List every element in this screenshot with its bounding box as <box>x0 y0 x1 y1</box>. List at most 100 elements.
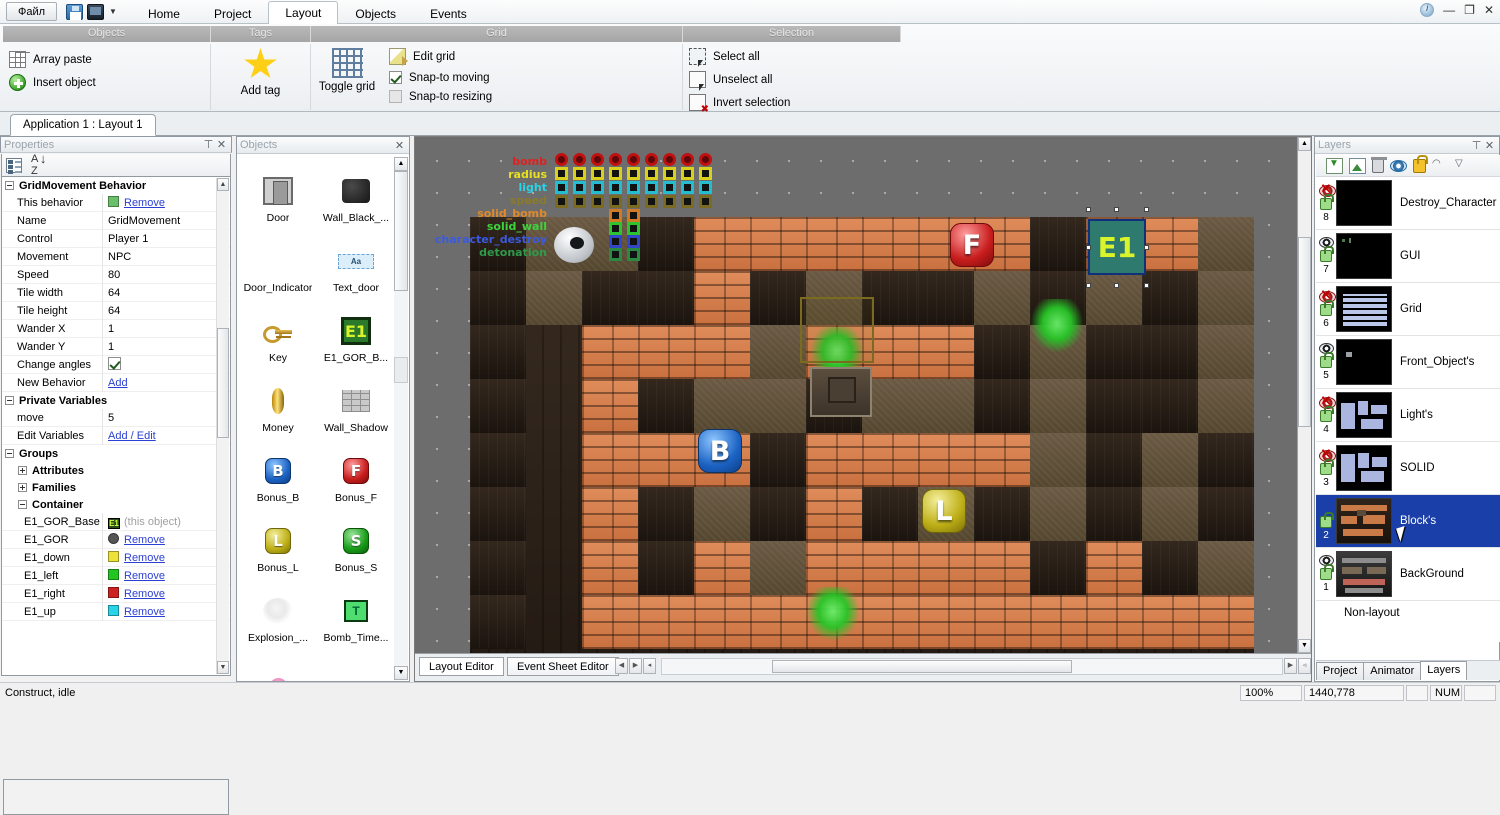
unlock-icon[interactable] <box>1320 463 1332 475</box>
invert-selection-button[interactable]: Invert selection <box>683 91 901 114</box>
layer-row-grid[interactable]: 6 Grid <box>1316 283 1500 336</box>
close-icon[interactable]: ✕ <box>1483 139 1496 152</box>
object-item-e1-gor-base[interactable]: E1 E1_GOR_B... <box>317 297 395 367</box>
ghost-sprite-3[interactable] <box>806 587 860 641</box>
property-row-movement[interactable]: Movement NPC <box>2 248 230 266</box>
add-behavior-link[interactable]: Add <box>108 377 128 389</box>
property-value[interactable]: Add <box>102 374 230 392</box>
document-tab-application1-layout1[interactable]: Application 1 : Layout 1 <box>10 114 156 136</box>
objects-scrollbar[interactable]: ▲ ▼ <box>394 157 408 680</box>
property-value[interactable]: 64 <box>102 284 230 302</box>
zoom-level[interactable]: 100% <box>1240 685 1302 701</box>
remove-link[interactable]: Remove <box>124 588 165 600</box>
insert-object-button[interactable]: Insert object <box>3 71 210 94</box>
properties-list[interactable]: GridMovement Behavior This behavior Remo… <box>1 176 231 676</box>
scroll-thumb[interactable] <box>217 328 229 438</box>
scroll-down-icon[interactable]: ▼ <box>217 661 229 674</box>
tab-event-sheet-editor[interactable]: Event Sheet Editor <box>507 657 619 676</box>
add-tag-button[interactable]: Add tag <box>229 44 293 110</box>
objects-grid[interactable]: Door Wall_Black_... Door_Indicator Aa Te… <box>239 157 395 681</box>
property-value[interactable] <box>102 356 230 374</box>
container-row-e1-right[interactable]: E1_right Remove <box>2 585 230 603</box>
properties-subgroup-families[interactable]: Families <box>2 479 230 496</box>
properties-subgroup-container[interactable]: Container <box>2 496 230 513</box>
resize-handle-ml[interactable] <box>1086 245 1091 250</box>
tab-layout-editor[interactable]: Layout Editor <box>419 657 504 676</box>
object-item-explosion[interactable]: Explosion_... <box>239 577 317 647</box>
object-item-wall-shadow[interactable]: Wall_Shadow <box>317 367 395 437</box>
add-edit-link[interactable]: Add / Edit <box>108 430 156 442</box>
layer-row-destroy-character[interactable]: 8 Destroy_Character <box>1316 177 1500 230</box>
tab-animator[interactable]: Animator <box>1363 662 1421 680</box>
toggle-grid-button[interactable]: Toggle grid <box>311 44 383 110</box>
property-row-wander-x[interactable]: Wander X 1 <box>2 320 230 338</box>
object-item-bonus-b[interactable]: B Bonus_B <box>239 437 317 507</box>
scroll-up-icon[interactable]: ▲ <box>1298 137 1311 151</box>
object-item-bonus-f[interactable]: F Bonus_F <box>317 437 395 507</box>
unselect-all-button[interactable]: Unselect all <box>683 68 901 91</box>
bomb-area-box[interactable] <box>800 297 874 363</box>
unlock-icon[interactable] <box>1320 410 1332 422</box>
visibility-icon[interactable] <box>1390 160 1407 172</box>
layer-row-gui[interactable]: 7 GUI <box>1316 230 1500 283</box>
property-row-control[interactable]: Control Player 1 <box>2 230 230 248</box>
file-menu-button[interactable]: Файл <box>6 2 57 21</box>
array-paste-button[interactable]: Array paste <box>3 48 210 71</box>
remove-link[interactable]: Remove <box>124 197 165 209</box>
container-value[interactable]: Remove <box>102 549 230 567</box>
property-value[interactable]: 5 <box>102 409 230 427</box>
remove-link[interactable]: Remove <box>124 570 165 582</box>
save-icon[interactable] <box>66 4 83 20</box>
bonus-l-sprite[interactable]: L <box>922 489 966 533</box>
property-value[interactable]: 1 <box>102 338 230 356</box>
layer-row-blocks[interactable]: <> 2 Block's <box>1316 495 1500 548</box>
object-item-bonus-s[interactable]: S Bonus_S <box>317 507 395 577</box>
properties-section-gridmovement[interactable]: GridMovement Behavior <box>2 177 230 194</box>
ghost-sprite-2[interactable] <box>1030 299 1084 353</box>
property-value[interactable]: GridMovement <box>102 212 230 230</box>
tab-project[interactable]: Project <box>1316 662 1364 680</box>
layer-row-front-objects[interactable]: 5 Front_Object's <box>1316 336 1500 389</box>
hscroll-right-icon[interactable]: ▶ <box>1284 658 1297 674</box>
lock-icon[interactable] <box>1413 159 1426 173</box>
resize-handle-br[interactable] <box>1144 283 1149 288</box>
property-row-this-behavior[interactable]: This behavior Remove <box>2 194 230 212</box>
bonus-b-sprite[interactable]: B <box>698 429 742 473</box>
property-value[interactable]: 64 <box>102 302 230 320</box>
unlock-icon[interactable] <box>1320 356 1332 368</box>
property-row-tile-width[interactable]: Tile width 64 <box>2 284 230 302</box>
scroll-thumb[interactable] <box>394 171 408 291</box>
unlock-icon[interactable] <box>1320 304 1332 316</box>
layout-viewport[interactable]: B F L E1 bomb radius light speed solid_b… <box>415 137 1299 653</box>
object-item-orb[interactable] <box>317 647 395 681</box>
property-row-edit-variables[interactable]: Edit Variables Add / Edit <box>2 427 230 445</box>
move-down-icon[interactable]: ▽ <box>1455 158 1472 174</box>
object-item-flower[interactable] <box>239 647 317 681</box>
unlock-icon[interactable] <box>1320 568 1332 580</box>
scroll-thumb[interactable] <box>772 660 1072 673</box>
properties-section-groups[interactable]: Groups <box>2 445 230 462</box>
object-item-door[interactable]: Door <box>239 157 317 227</box>
close-icon[interactable]: ✕ <box>393 139 406 152</box>
move-up-icon[interactable]: ◠ <box>1432 158 1449 174</box>
object-item-bomb-timer[interactable]: T Bomb_Time... <box>317 577 395 647</box>
property-row-name[interactable]: Name GridMovement <box>2 212 230 230</box>
object-item-money[interactable]: Money <box>239 367 317 437</box>
tab-scroll-left-icon[interactable]: ◀ <box>615 658 628 674</box>
tab-events[interactable]: Events <box>413 2 484 25</box>
snap-to-moving-checkbox[interactable]: Snap-to moving <box>383 68 498 87</box>
collapse-icon[interactable] <box>18 500 27 509</box>
property-row-wander-y[interactable]: Wander Y 1 <box>2 338 230 356</box>
container-row-e1-gor[interactable]: E1_GOR Remove <box>2 531 230 549</box>
tab-list-icon[interactable]: ◂ <box>643 658 656 674</box>
object-item-door-indicator[interactable]: Door_Indicator <box>239 227 317 297</box>
object-item-bonus-l[interactable]: L Bonus_L <box>239 507 317 577</box>
selected-object-e1[interactable]: E1 <box>1088 219 1146 275</box>
property-row-change-angles[interactable]: Change angles <box>2 356 230 374</box>
delete-layer-icon[interactable] <box>1372 159 1384 173</box>
layer-row-solid[interactable]: 3 SOLID <box>1316 442 1500 495</box>
property-row-tile-height[interactable]: Tile height 64 <box>2 302 230 320</box>
remove-link[interactable]: Remove <box>124 606 165 618</box>
add-layer-icon[interactable] <box>1326 158 1343 174</box>
scroll-down-icon[interactable]: ▼ <box>1298 639 1311 653</box>
